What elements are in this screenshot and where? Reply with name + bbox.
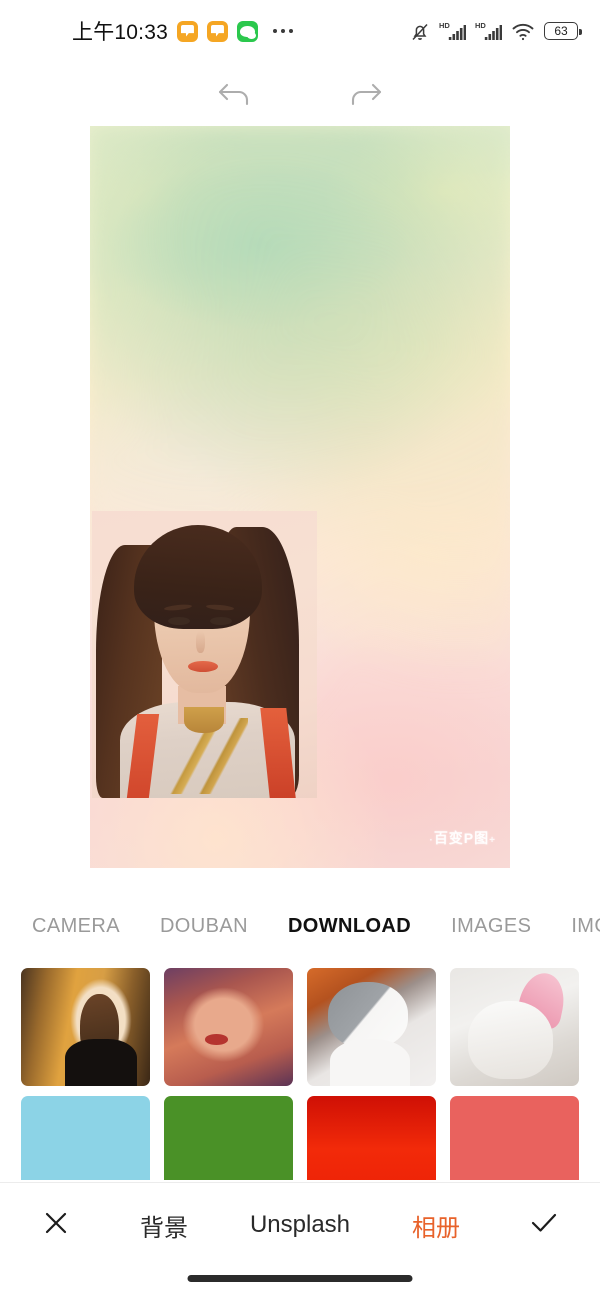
tab-douban[interactable]: DOUBAN: [140, 915, 268, 938]
thumb-woman-laughing[interactable]: [164, 968, 293, 1086]
cancel-button[interactable]: [34, 1199, 78, 1251]
portrait-overlay-image[interactable]: [92, 511, 317, 798]
status-bar-right: HD HD 63: [410, 20, 582, 42]
tab-img-cache[interactable]: IMG_CACHE: [551, 915, 600, 938]
canvas-area: ·百变P图+: [0, 126, 600, 886]
tab-unsplash[interactable]: Unsplash: [250, 1199, 350, 1251]
tab-download[interactable]: DOWNLOAD: [268, 915, 431, 938]
undo-arrow-icon: [216, 81, 256, 112]
hd-signal-icon: HD: [475, 20, 502, 42]
status-bar: 上午10:33 HD HD 63: [0, 0, 600, 62]
portrait-collar: [184, 707, 224, 733]
checkmark-icon: [528, 1208, 560, 1243]
swatch-red[interactable]: [307, 1096, 436, 1180]
thumb-woman-window[interactable]: [21, 968, 150, 1086]
hd-label: HD: [439, 21, 450, 30]
watermark-text: 百变P图: [433, 830, 490, 846]
note-orange-icon: [206, 20, 228, 42]
swatch-light-blue[interactable]: [21, 1096, 150, 1180]
close-icon: [41, 1208, 71, 1243]
bell-muted-icon: [410, 21, 430, 42]
battery-level: 63: [554, 24, 568, 38]
app-screen: 上午10:33 HD HD 63 ·百变P图+ CAMERA DOUBAN DO…: [0, 0, 600, 1300]
watermark-prefix: ·: [429, 835, 434, 846]
watermark-suffix: +: [489, 835, 496, 846]
undo-button[interactable]: [208, 73, 264, 119]
gallery-grid: [0, 968, 600, 1180]
thumb-cat-bunny-ears[interactable]: [450, 968, 579, 1086]
tab-album[interactable]: 相册: [412, 1199, 460, 1251]
edit-canvas[interactable]: ·百变P图+: [90, 126, 510, 868]
redo-button[interactable]: [336, 73, 392, 119]
thumb-cat-gray-white[interactable]: [307, 968, 436, 1086]
svg-text:HD: HD: [475, 21, 486, 30]
tab-images[interactable]: IMAGES: [431, 915, 551, 938]
wifi-icon: [511, 22, 535, 41]
edit-toolbar: [0, 68, 600, 124]
confirm-button[interactable]: [522, 1199, 566, 1251]
folder-tabs: CAMERA DOUBAN DOWNLOAD IMAGES IMG_CACHE: [0, 900, 600, 952]
swatch-green[interactable]: [164, 1096, 293, 1180]
battery-icon: 63: [544, 22, 582, 40]
portrait-lips: [188, 661, 218, 672]
note-orange-icon: [176, 20, 198, 42]
wechat-icon: [236, 20, 258, 42]
hd-signal-icon: HD: [439, 20, 466, 42]
status-bar-left: 上午10:33: [72, 16, 294, 46]
overflow-dots-icon: [272, 28, 294, 34]
tab-camera[interactable]: CAMERA: [12, 915, 140, 938]
tab-background[interactable]: 背景: [140, 1199, 188, 1251]
status-time: 上午10:33: [72, 21, 168, 44]
bottom-action-bar: 背景 Unsplash 相册: [0, 1182, 600, 1300]
portrait-eye-right: [210, 617, 232, 625]
portrait-eye-left: [168, 617, 190, 625]
canvas-watermark: ·百变P图+: [429, 828, 496, 848]
swatch-salmon[interactable]: [450, 1096, 579, 1180]
home-indicator: [187, 1275, 413, 1282]
portrait-nose: [196, 631, 205, 653]
redo-arrow-icon: [344, 81, 384, 112]
